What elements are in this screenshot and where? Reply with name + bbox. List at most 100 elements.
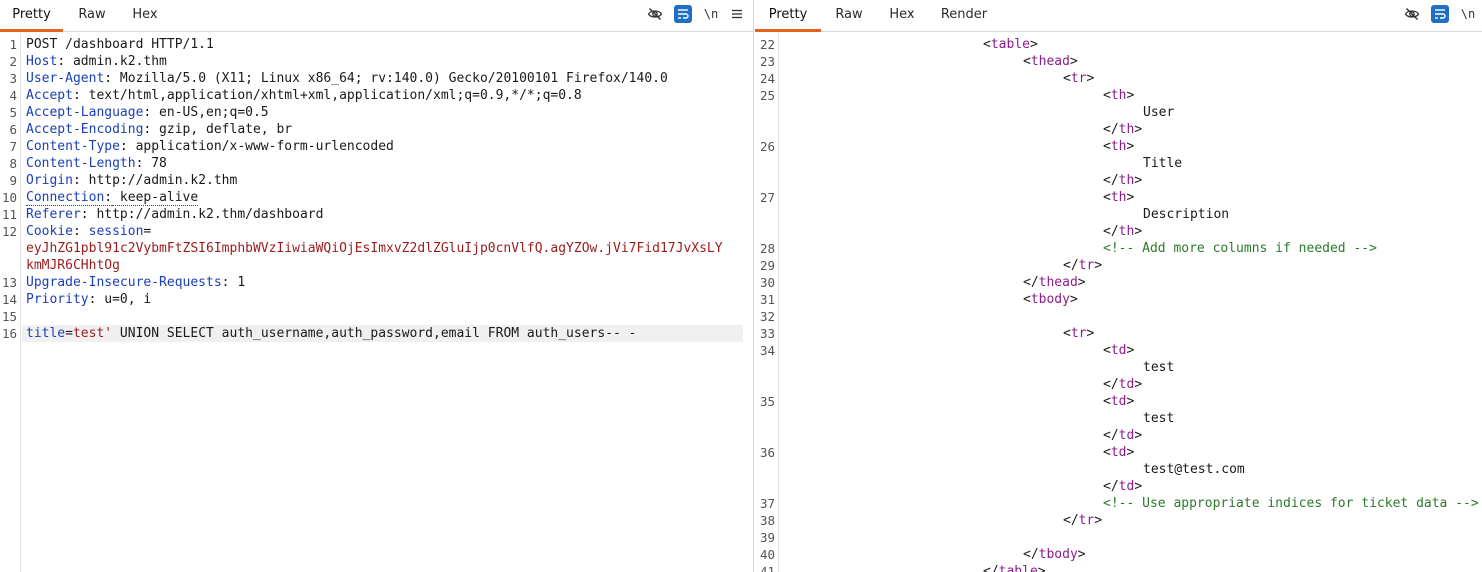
response-line: User: [755, 104, 1482, 121]
line-number: 33: [759, 326, 775, 341]
line-code: <thead>: [1023, 53, 1078, 70]
tag-bracket: </: [1103, 122, 1119, 137]
tag-name: th: [1110, 190, 1127, 205]
header-name: Content-Length: [26, 156, 136, 171]
line-code: Content-Type: application/x-www-form-url…: [26, 138, 394, 155]
tag-bracket: >: [1126, 88, 1135, 103]
line-number: 37: [759, 496, 775, 511]
request-tab-raw[interactable]: Raw: [66, 0, 118, 32]
line-number: 7: [9, 139, 17, 154]
line-number: 14: [1, 292, 17, 307]
line-code: Origin: http://admin.k2.thm: [26, 172, 237, 189]
line-number: 4: [9, 88, 17, 103]
header-name: Accept: [26, 88, 73, 103]
header-colon: :: [72, 173, 81, 188]
line-code: <th>: [1103, 87, 1134, 104]
line-code: test: [1143, 359, 1174, 376]
request-line: 11 Referer: http://admin.k2.thm/dashboard: [0, 206, 753, 223]
line-code: POST /dashboard HTTP/1.1: [26, 36, 214, 53]
tag-bracket: </: [1103, 428, 1119, 443]
request-line: 14 Priority: u=0, i: [0, 291, 753, 308]
header-value: Mozilla/5.0 (X11; Linux x86_64; rv:140.0…: [112, 71, 668, 86]
tag-bracket: <: [1023, 54, 1031, 69]
eye-off-icon[interactable]: [1403, 5, 1421, 23]
newline-toggle-icon[interactable]: \n: [702, 5, 720, 23]
header-name: Upgrade-Insecure-Requests: [26, 275, 222, 290]
request-line: 8 Content-Length: 78: [0, 155, 753, 172]
line-number: 32: [759, 309, 775, 324]
line-number: 23: [759, 54, 775, 69]
param-equals: =: [65, 326, 73, 341]
html-comment: <!-- Use appropriate indices for ticket …: [1103, 496, 1479, 511]
tag-bracket: </: [1063, 513, 1079, 528]
param-name: title: [26, 326, 66, 341]
header-name: Accept-Encoding: [26, 122, 144, 137]
line-number: 10: [1, 190, 17, 205]
tag-name: tr: [1070, 326, 1087, 341]
cookie-name: session: [88, 224, 144, 239]
newline-toggle-icon[interactable]: \n: [1459, 5, 1477, 23]
header-value: u=0, i: [96, 292, 152, 307]
header-value: gzip, deflate, br: [151, 122, 293, 137]
header-value: http://admin.k2.thm/dashboard: [88, 207, 324, 222]
response-tab-raw[interactable]: Raw: [823, 0, 875, 32]
request-editor[interactable]: 1 POST /dashboard HTTP/1.1 2 Host: admin.k2…: [0, 33, 753, 572]
cell-text: test@test.com: [1143, 462, 1245, 477]
response-line: 23 <thead>: [755, 53, 1482, 70]
tag-bracket: </: [1063, 258, 1079, 273]
response-line: 30 </thead>: [755, 274, 1482, 291]
request-line: 1 POST /dashboard HTTP/1.1: [0, 36, 753, 53]
header-value: en-US,en;q=0.5: [151, 105, 269, 120]
response-tab-pretty[interactable]: Pretty: [755, 0, 821, 32]
line-number: 15: [1, 309, 17, 324]
cell-text: test: [1143, 411, 1175, 426]
header-name: Host: [26, 54, 58, 69]
header-colon: :: [221, 275, 230, 290]
header-value: 1: [229, 275, 246, 290]
line-code: <th>: [1103, 138, 1134, 155]
line-code: <tr>: [1063, 325, 1094, 342]
line-code: Upgrade-Insecure-Requests: 1: [26, 274, 245, 291]
tag-name: th: [1110, 88, 1127, 103]
line-number: 8: [9, 156, 17, 171]
line-number: 6: [9, 122, 17, 137]
tag-bracket: >: [1126, 190, 1135, 205]
response-line: 28 <!-- Add more columns if needed -->: [755, 240, 1482, 257]
wrap-lines-icon[interactable]: [1431, 5, 1449, 23]
tag-bracket: >: [1126, 394, 1135, 409]
eye-off-icon[interactable]: [646, 5, 664, 23]
header-value: 78: [143, 156, 167, 171]
line-number: 12: [1, 224, 17, 239]
response-editor[interactable]: 22 <table> 23 <thead> 24 <tr> 25 <th> User </th> 2…: [755, 33, 1482, 572]
tag-bracket: >: [1094, 513, 1103, 528]
line-number: 1: [9, 37, 17, 52]
line-number: 3: [9, 71, 17, 86]
request-tab-hex[interactable]: Hex: [121, 0, 169, 32]
response-tab-hex[interactable]: Hex: [878, 0, 926, 32]
header-colon: :: [80, 207, 89, 222]
tag-bracket: </: [1103, 377, 1119, 392]
response-tab-render[interactable]: Render: [931, 0, 997, 32]
line-code: Accept-Language: en-US,en;q=0.5: [26, 104, 269, 121]
tag-bracket: <: [1103, 445, 1111, 460]
line-code: </th>: [1103, 172, 1142, 189]
line-code: Title: [1143, 155, 1182, 172]
request-pane: Pretty Raw Hex \n 1 POST /dashboard HTTP/…: [0, 0, 754, 572]
response-line: </td>: [755, 376, 1482, 393]
tag-bracket: <: [1103, 394, 1111, 409]
tag-name: td: [1118, 428, 1135, 443]
line-code: </td>: [1103, 478, 1142, 495]
response-line: 38 </tr>: [755, 512, 1482, 529]
tag-name: tr: [1070, 71, 1087, 86]
response-line: 39: [755, 529, 1482, 546]
request-line: 10 Connection: keep-alive: [0, 189, 753, 206]
request-start-line: POST /dashboard HTTP/1.1: [26, 37, 214, 52]
menu-icon[interactable]: [728, 5, 746, 23]
line-number: 29: [759, 258, 775, 273]
header-value: admin.k2.thm: [65, 54, 167, 69]
header-colon: :: [57, 54, 66, 69]
wrap-lines-icon[interactable]: [674, 5, 692, 23]
tag-name: tbody: [1038, 547, 1078, 562]
line-code: Host: admin.k2.thm: [26, 53, 167, 70]
request-tab-pretty[interactable]: Pretty: [0, 0, 63, 32]
